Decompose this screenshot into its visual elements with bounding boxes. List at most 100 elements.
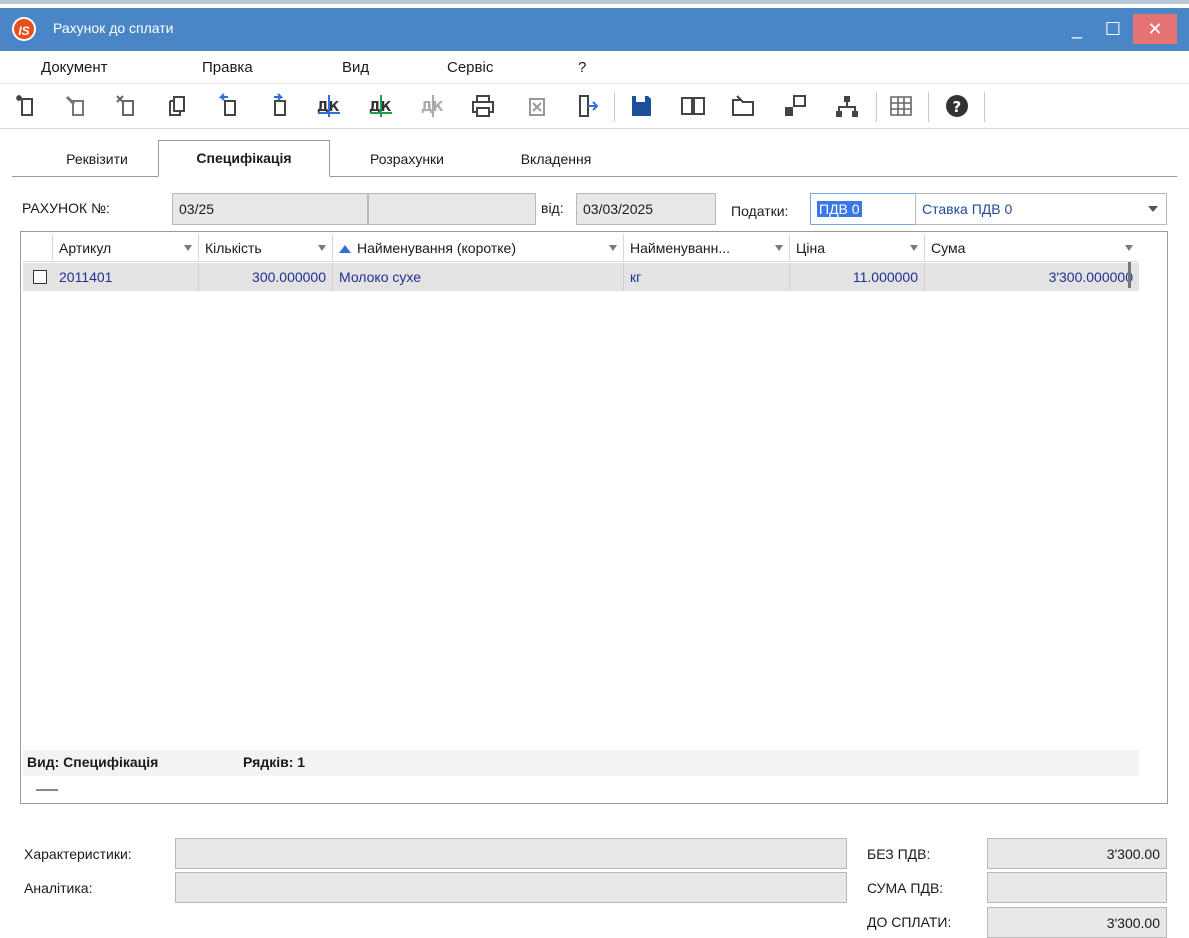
column-header-price[interactable]: Ціна (790, 234, 925, 262)
cell-unit[interactable]: кг (624, 263, 790, 291)
toolbar-separator (876, 92, 877, 122)
copy-doc-icon[interactable] (162, 90, 192, 122)
taxes-code-field[interactable]: ПДВ 0 (810, 193, 916, 225)
window-title: Рахунок до сплати (53, 20, 174, 36)
to-pay-label: ДО СПЛАТИ: (867, 914, 952, 930)
characteristics-label: Характеристики: (24, 846, 132, 862)
cell-sum[interactable]: 3'300.000000 (925, 263, 1139, 291)
help-icon[interactable]: ? (942, 90, 972, 122)
column-header-quantity-label: Кількість (205, 240, 262, 256)
vat-rate-value: Ставка ПДВ 0 (922, 201, 1013, 217)
toolbar-separator (984, 92, 985, 122)
debit-credit-icon[interactable]: ДК (314, 90, 344, 122)
app-logo-icon: IS (12, 17, 36, 41)
filter-icon[interactable] (184, 245, 192, 251)
column-header-name-full-label: Найменуванн... (630, 240, 731, 256)
edit-doc-icon[interactable] (62, 90, 92, 122)
maximize-button[interactable]: ☐ (1093, 14, 1133, 44)
without-vat-label: БЕЗ ПДВ: (867, 846, 931, 862)
column-header-article[interactable]: Артикул (53, 234, 199, 262)
characteristics-field[interactable] (175, 838, 847, 869)
menu-document[interactable]: Документ (41, 59, 108, 76)
grid-header: Артикул Кількість Найменування (коротке)… (23, 234, 1139, 262)
cell-article[interactable]: 2011401 (53, 263, 199, 291)
invoice-extra-field[interactable] (368, 193, 536, 225)
cell-quantity[interactable]: 300.000000 (199, 263, 333, 291)
disabled-x-icon[interactable] (520, 90, 550, 122)
close-button[interactable]: ✕ (1133, 14, 1177, 44)
view-label: Вид: Специфікація (27, 754, 159, 770)
to-pay-field: 3'300.00 (987, 907, 1167, 938)
toolbar: ДК ДК ДК (0, 84, 1189, 129)
column-header-price-label: Ціна (796, 240, 825, 256)
folder-icon[interactable] (728, 90, 758, 122)
specification-grid: Артикул Кількість Найменування (коротке)… (20, 231, 1168, 804)
print-icon[interactable] (468, 90, 498, 122)
title-bar: IS Рахунок до сплати _ ☐ ✕ (0, 8, 1189, 51)
new-doc-icon[interactable] (12, 90, 42, 122)
link-icon[interactable] (780, 90, 810, 122)
menu-help[interactable]: ? (578, 59, 586, 76)
menu-edit[interactable]: Правка (202, 59, 253, 76)
column-header-name-short[interactable]: Найменування (коротке) (333, 234, 624, 262)
rows-count-label: Рядків: 1 (243, 754, 306, 770)
vertical-scrollbar[interactable] (1128, 262, 1131, 288)
filter-icon[interactable] (609, 245, 617, 251)
save-icon[interactable] (626, 90, 656, 122)
delete-doc-icon[interactable] (112, 90, 142, 122)
row-checkbox[interactable] (33, 270, 47, 284)
exit-icon[interactable] (572, 90, 602, 122)
vat-rate-select[interactable]: Ставка ПДВ 0 (915, 193, 1167, 225)
table-icon[interactable] (886, 90, 916, 122)
tab-requisites[interactable]: Реквізити (52, 142, 142, 177)
analytics-field[interactable] (175, 872, 847, 903)
horizontal-scrollbar[interactable] (36, 789, 58, 791)
date-label: від: (541, 200, 564, 216)
filter-icon[interactable] (775, 245, 783, 251)
invoice-window: IS Рахунок до сплати _ ☐ ✕ Документ Прав… (0, 0, 1189, 938)
tab-specification[interactable]: Специфікація (158, 140, 330, 177)
vat-sum-field (987, 872, 1167, 903)
cell-name-short[interactable]: Молоко сухе (333, 263, 624, 291)
menu-view[interactable]: Вид (342, 59, 369, 76)
without-vat-field: 3'300.00 (987, 838, 1167, 869)
menu-service[interactable]: Сервіс (447, 59, 493, 76)
toolbar-separator (928, 92, 929, 122)
minimize-button[interactable]: _ (1057, 14, 1097, 44)
menu-bar: Документ Правка Вид Сервіс ? (0, 52, 1189, 84)
column-header-name-full[interactable]: Найменуванн... (624, 234, 790, 262)
column-header-sum[interactable]: Сума (925, 234, 1139, 262)
date-field[interactable]: 03/03/2025 (576, 193, 716, 225)
invoice-number-field[interactable]: 03/25 (172, 193, 368, 225)
debit-credit-gray-icon[interactable]: ДК (418, 90, 448, 122)
invoice-number-label: РАХУНОК №: (22, 200, 110, 216)
debit-credit-green-icon[interactable]: ДК (366, 90, 396, 122)
analytics-label: Аналітика: (24, 880, 93, 896)
taxes-label: Податки: (731, 203, 789, 219)
table-row[interactable]: 2011401 300.000000 Молоко сухе кг 11.000… (23, 263, 1139, 291)
column-header-article-label: Артикул (59, 240, 112, 256)
filter-icon[interactable] (1125, 245, 1133, 251)
vat-sum-label: СУМА ПДВ: (867, 880, 944, 896)
filter-icon[interactable] (318, 245, 326, 251)
svg-text:?: ? (953, 98, 962, 116)
column-header-sum-label: Сума (931, 240, 966, 256)
book-icon[interactable] (678, 90, 708, 122)
column-header-quantity[interactable]: Кількість (199, 234, 333, 262)
cell-price[interactable]: 11.000000 (790, 263, 925, 291)
column-header-name-short-label: Найменування (коротке) (357, 240, 516, 256)
tab-attachments[interactable]: Вкладення (496, 142, 616, 177)
chevron-down-icon[interactable] (1148, 206, 1158, 212)
grid-footer: Вид: Специфікація Рядків: 1 (23, 750, 1139, 776)
grid-header-selector (23, 234, 53, 262)
toolbar-separator (614, 92, 615, 122)
hierarchy-icon[interactable] (832, 90, 862, 122)
sort-ascending-icon (339, 245, 351, 253)
doc-back-icon[interactable] (214, 90, 244, 122)
grid-body: Артикул Кількість Найменування (коротке)… (23, 234, 1139, 776)
taxes-code-selected-text: ПДВ 0 (817, 201, 862, 217)
filter-icon[interactable] (910, 245, 918, 251)
tab-calculations[interactable]: Розрахунки (344, 142, 470, 177)
doc-forward-icon[interactable] (264, 90, 294, 122)
tab-bar: Реквізити Специфікація Розрахунки Вкладе… (0, 134, 1189, 177)
